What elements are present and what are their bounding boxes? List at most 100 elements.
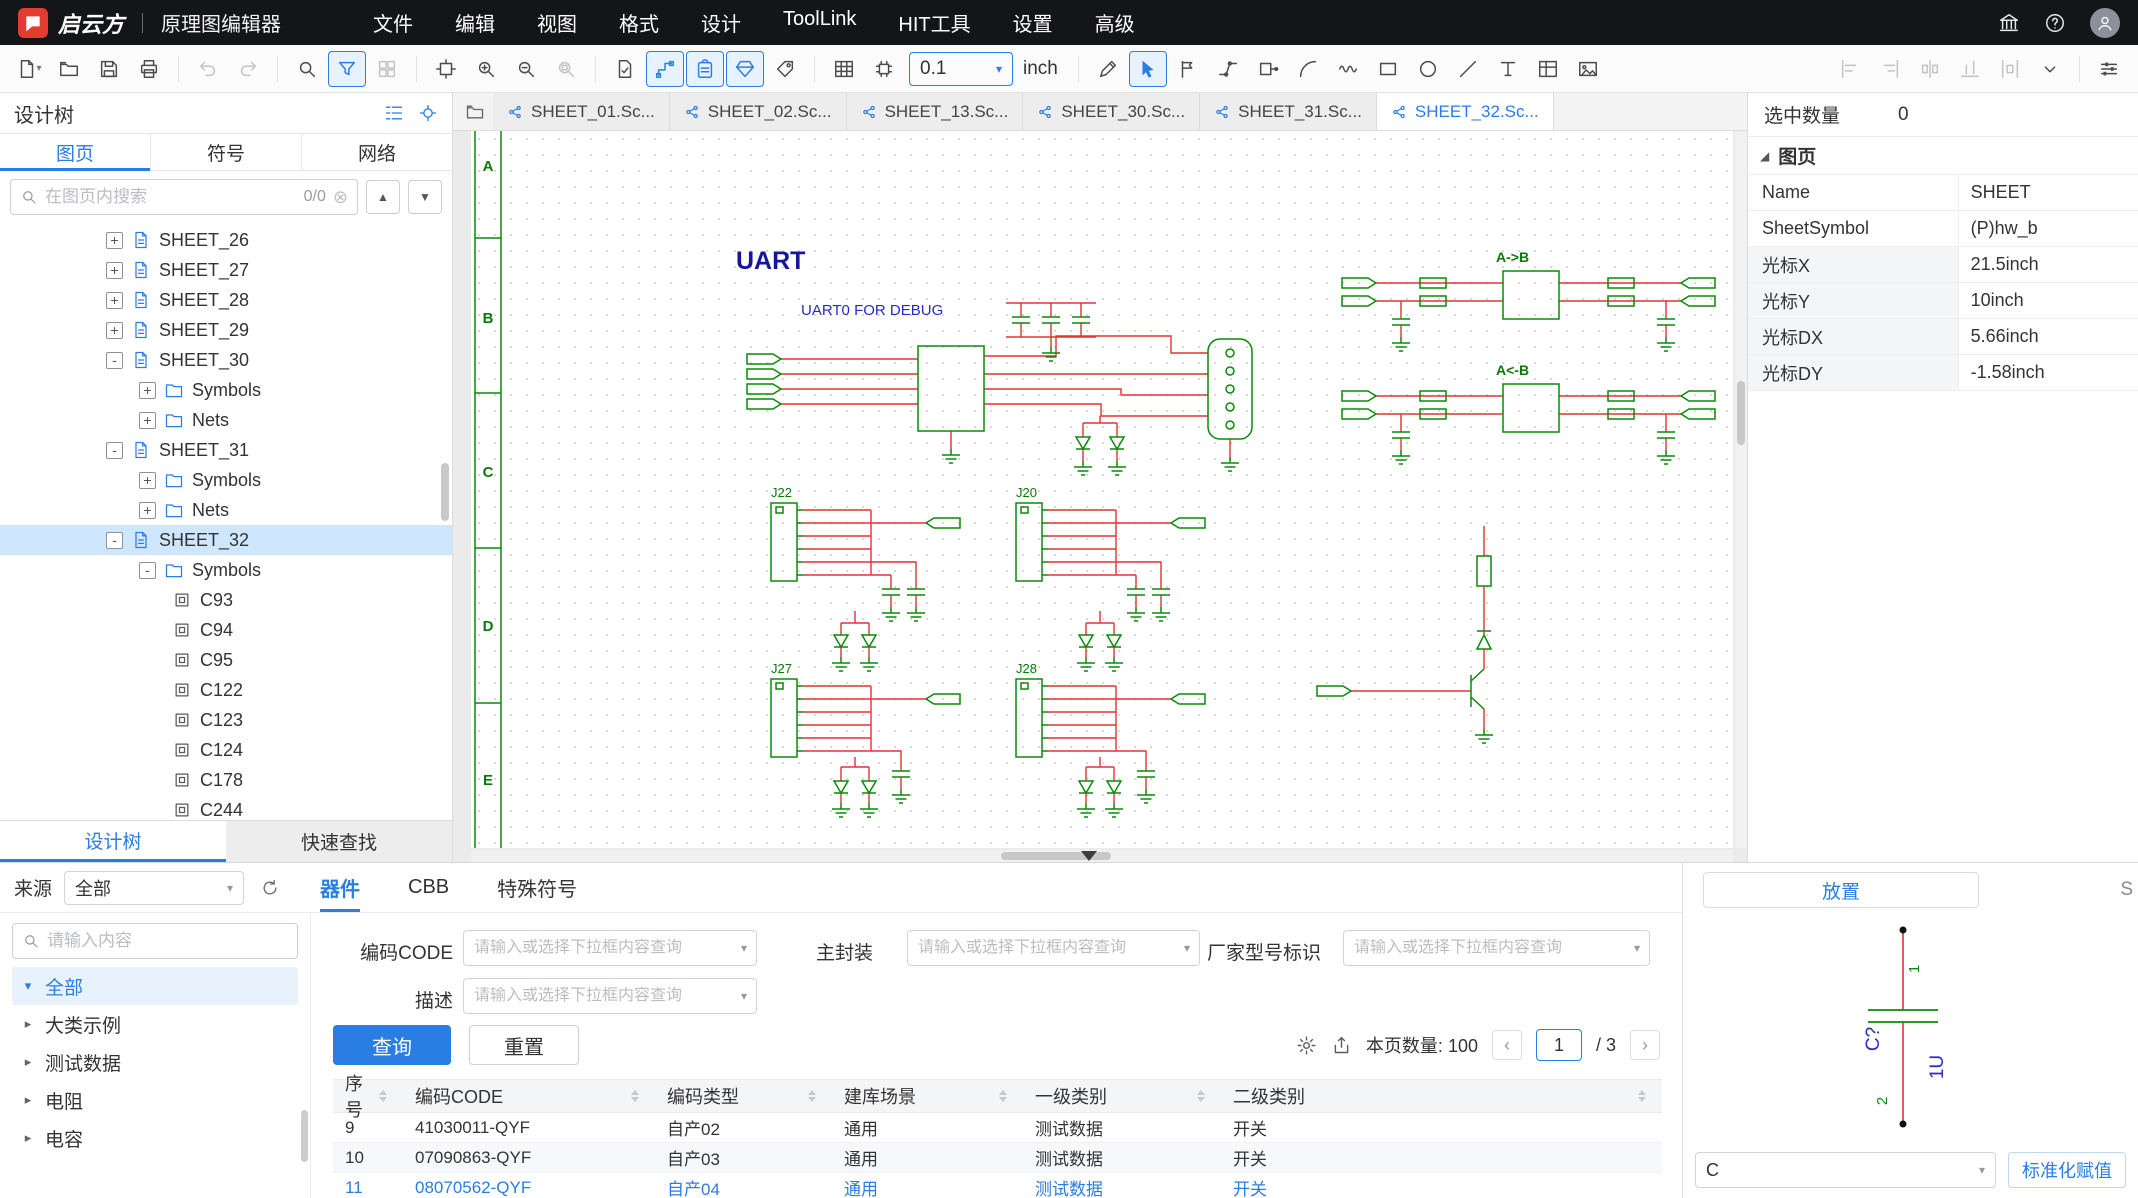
menu-item[interactable]: HIT工具 — [898, 8, 970, 37]
tree-expander[interactable]: - — [139, 562, 156, 579]
code-filter[interactable]: ▾ — [463, 930, 757, 966]
menu-item[interactable]: ToolLink — [783, 8, 856, 37]
save-button[interactable] — [90, 51, 128, 87]
search-button[interactable] — [288, 51, 326, 87]
next-match-button[interactable]: ▼ — [408, 180, 442, 214]
tree-row[interactable]: + Symbols — [0, 465, 452, 495]
mirror-button[interactable] — [1911, 51, 1949, 87]
highlight-net-button[interactable] — [726, 51, 764, 87]
check-list-button[interactable] — [686, 51, 724, 87]
category-scrollbar[interactable] — [301, 1110, 308, 1162]
sort-icon[interactable] — [379, 1090, 387, 1102]
redo-button[interactable] — [229, 51, 267, 87]
select-tool-button[interactable] — [1129, 51, 1167, 87]
tree-row[interactable]: C93 — [0, 585, 452, 615]
print-button[interactable] — [130, 51, 168, 87]
section-header-sheet[interactable]: ◢ 图页 — [1748, 137, 2138, 175]
tree-scrollbar[interactable] — [441, 463, 449, 521]
menu-item[interactable]: 编辑 — [455, 8, 495, 37]
menu-item[interactable]: 文件 — [373, 8, 413, 37]
zoom-area-button[interactable] — [547, 51, 585, 87]
menu-item[interactable]: 高级 — [1095, 8, 1135, 37]
sheet-tab[interactable]: SHEET_30.Sc... — [1023, 93, 1200, 130]
property-value[interactable]: 5.66inch — [1959, 319, 2138, 354]
canvas-hscrollbar[interactable] — [471, 850, 1733, 862]
place-button[interactable]: 放置 — [1703, 872, 1979, 908]
net-flag-button[interactable] — [1169, 51, 1207, 87]
table-row[interactable]: 9 41030011-QYF 自产02 通用 测试数据 开关 — [333, 1113, 1662, 1143]
menu-item[interactable]: 视图 — [537, 8, 577, 37]
tag-button[interactable] — [766, 51, 804, 87]
sheet-tab[interactable]: SHEET_01.Sc... — [493, 93, 670, 130]
org-icon[interactable] — [1998, 12, 2020, 34]
tree-expander[interactable]: + — [106, 262, 123, 279]
category-item[interactable]: ▸ 电阻 — [12, 1081, 298, 1119]
zoom-fit-button[interactable] — [427, 51, 465, 87]
tree-row[interactable]: C122 — [0, 675, 452, 705]
sort-icon[interactable] — [631, 1090, 639, 1102]
page-input[interactable]: 1 — [1536, 1029, 1582, 1061]
tree-expander[interactable]: + — [139, 382, 156, 399]
column-header[interactable]: 建库场景 — [832, 1080, 1023, 1112]
property-value[interactable]: -1.58inch — [1959, 355, 2138, 390]
schematic-sheet[interactable]: A B C D E UART UART0 FOR DEBUG A->B A<-B… — [471, 131, 1733, 848]
align-left-button[interactable] — [1831, 51, 1869, 87]
mfr-filter[interactable]: ▾ — [1343, 930, 1650, 966]
canvas-viewport[interactable]: A B C D E UART UART0 FOR DEBUG A->B A<-B… — [453, 131, 1747, 862]
tree-expander[interactable]: - — [106, 442, 123, 459]
table-tool-button[interactable] — [1529, 51, 1567, 87]
vscroll-thumb[interactable] — [1737, 381, 1745, 445]
column-header[interactable]: 编码类型 — [655, 1080, 832, 1112]
tree-row[interactable]: C94 — [0, 615, 452, 645]
tree-expander[interactable]: + — [106, 292, 123, 309]
tree-row[interactable]: + Symbols — [0, 375, 452, 405]
tree-search[interactable]: 0/0 ⊗ — [10, 179, 358, 215]
design-check-button[interactable] — [606, 51, 644, 87]
tree-row[interactable]: + SHEET_28 — [0, 285, 452, 315]
export-icon[interactable] — [1331, 1035, 1352, 1056]
wire-tool-button[interactable] — [1089, 51, 1127, 87]
open-sheet-icon[interactable] — [457, 97, 493, 127]
circle-tool-button[interactable] — [1409, 51, 1447, 87]
panel-bottom-tab[interactable]: 设计树 — [0, 821, 226, 862]
sheet-tab[interactable]: SHEET_32.Sc... — [1377, 93, 1554, 130]
sort-icon[interactable] — [808, 1090, 816, 1102]
next-page-button[interactable]: › — [1630, 1030, 1660, 1060]
grid-size-select[interactable]: 0.1 ▾ — [909, 52, 1013, 86]
wave-tool-button[interactable] — [1329, 51, 1367, 87]
text-tool-button[interactable] — [1489, 51, 1527, 87]
sheet-tab[interactable]: SHEET_02.Sc... — [670, 93, 847, 130]
help-icon[interactable] — [2044, 12, 2066, 34]
query-button[interactable]: 查询 — [333, 1025, 451, 1065]
tree-search-input[interactable] — [45, 187, 297, 207]
sort-icon[interactable] — [1197, 1090, 1205, 1102]
standardize-button[interactable]: 标准化赋值 — [2008, 1152, 2126, 1188]
tree-tab[interactable]: 网络 — [301, 134, 452, 170]
zoom-in-button[interactable] — [467, 51, 505, 87]
locate-icon[interactable] — [418, 103, 438, 123]
refresh-icon[interactable] — [260, 878, 280, 898]
settings-icon[interactable] — [1296, 1035, 1317, 1056]
tree-row[interactable]: C124 — [0, 735, 452, 765]
tree-row[interactable]: - SHEET_32 — [0, 525, 452, 555]
code-filter-input[interactable] — [474, 939, 730, 957]
sort-icon[interactable] — [1638, 1090, 1646, 1102]
reset-button[interactable]: 重置 — [469, 1025, 579, 1065]
distribute-button[interactable] — [1991, 51, 2029, 87]
tree-row[interactable]: - SHEET_31 — [0, 435, 452, 465]
zoom-out-button[interactable] — [507, 51, 545, 87]
column-header[interactable]: 二级类别 — [1221, 1080, 1662, 1112]
tree-row[interactable]: C244 — [0, 795, 452, 820]
tree-expander[interactable]: + — [106, 232, 123, 249]
table-row[interactable]: 10 07090863-QYF 自产03 通用 测试数据 开关 — [333, 1143, 1662, 1173]
menu-item[interactable]: 格式 — [619, 8, 659, 37]
tree-expander[interactable]: - — [106, 532, 123, 549]
tree-row[interactable]: - Symbols — [0, 555, 452, 585]
open-file-button[interactable] — [50, 51, 88, 87]
mfr-filter-input[interactable] — [1354, 939, 1623, 957]
desc-filter[interactable]: ▾ — [463, 978, 757, 1014]
clear-search-icon[interactable]: ⊗ — [333, 187, 348, 208]
route-mode-button[interactable] — [646, 51, 684, 87]
bus-tool-button[interactable] — [1209, 51, 1247, 87]
grid-settings-button[interactable] — [825, 51, 863, 87]
